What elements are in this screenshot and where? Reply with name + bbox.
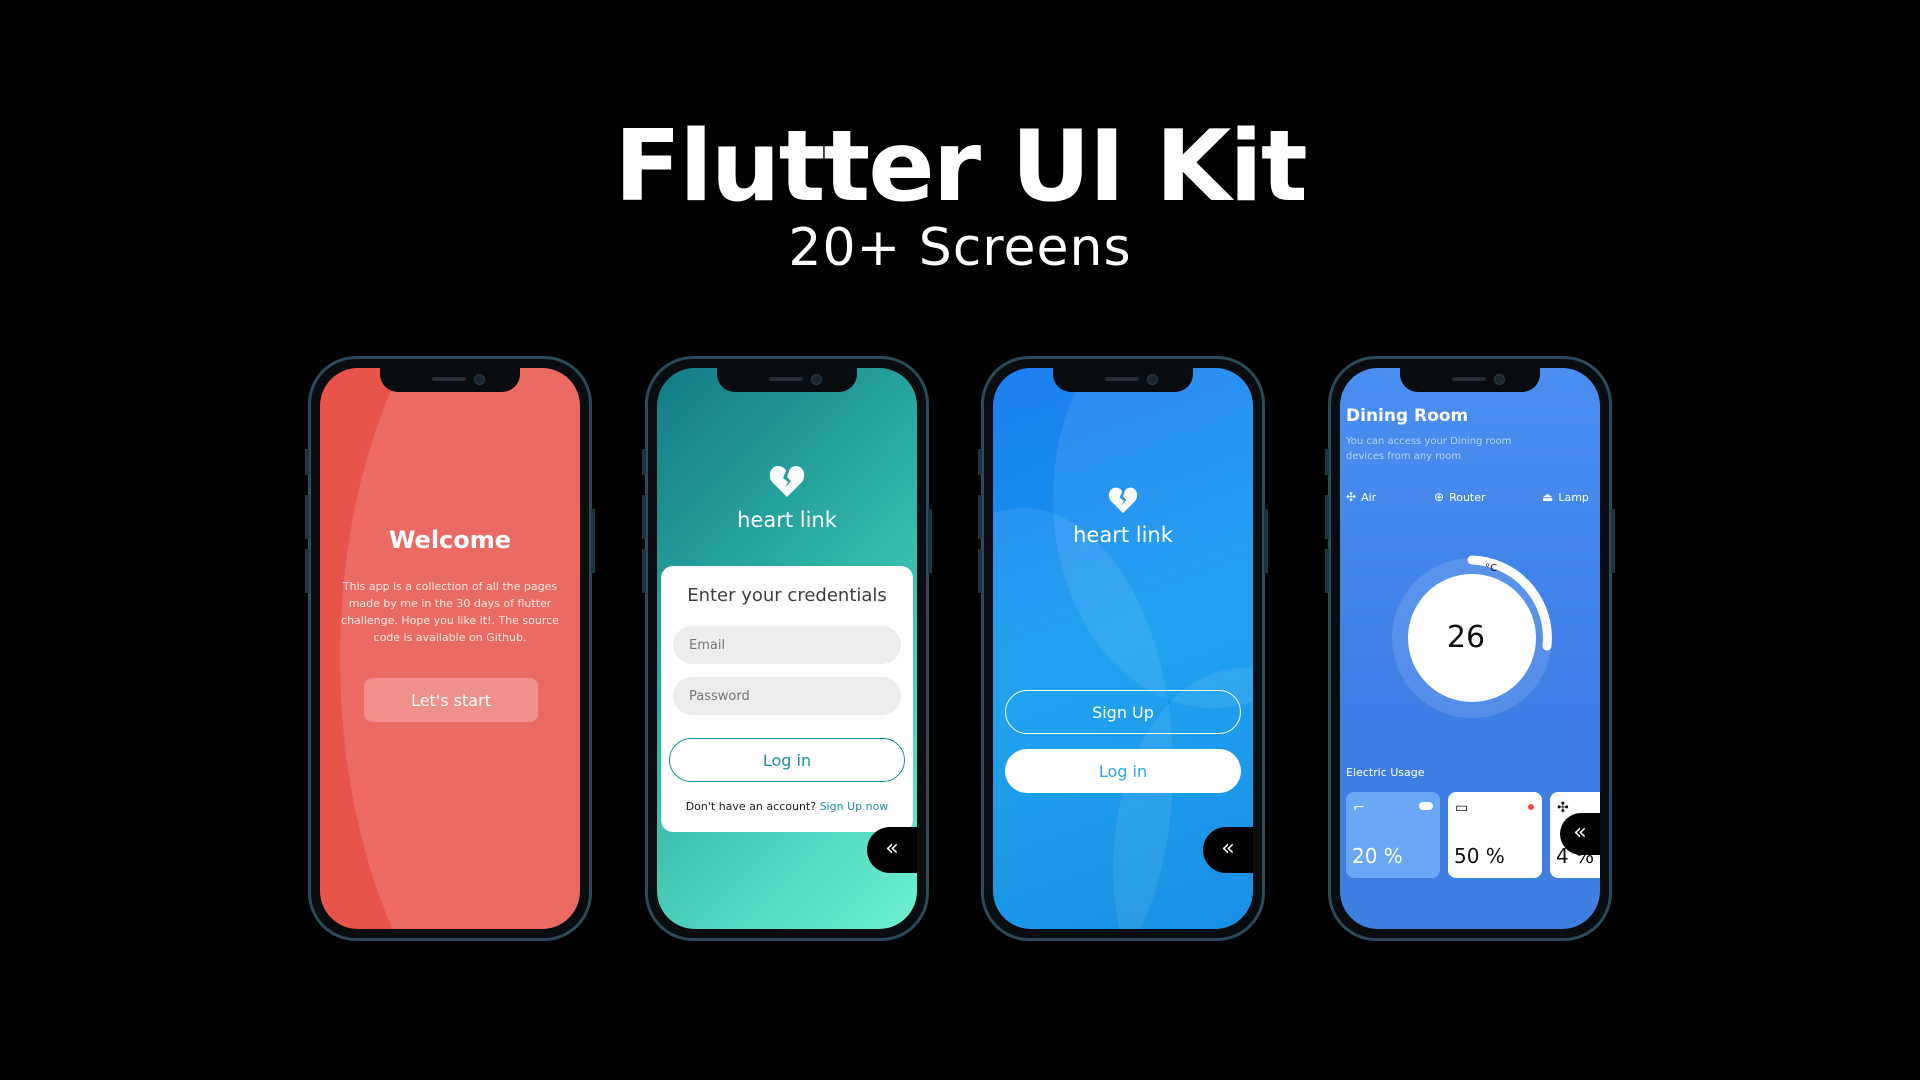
phone-smart-home: Dining Room You can access your Dining r…	[1325, 356, 1615, 941]
welcome-screen: Welcome This app is a collection of all …	[320, 368, 580, 929]
ac-icon: ✣	[1346, 490, 1357, 504]
notch	[1053, 368, 1193, 392]
device-label: Air	[1361, 490, 1377, 504]
ac-icon: ✣	[1557, 800, 1569, 816]
side-button	[642, 495, 646, 539]
signup-link[interactable]: Sign Up now	[820, 800, 889, 813]
toggle-icon[interactable]	[1419, 802, 1433, 810]
side-button	[978, 449, 982, 475]
usage-tile-lamp[interactable]: ⌐ 20 %	[1346, 792, 1440, 878]
side-button	[642, 449, 646, 475]
signup-prompt: Don't have an account? Sign Up now	[661, 800, 913, 813]
smart-home-screen: Dining Room You can access your Dining r…	[1340, 368, 1600, 929]
device-lamp[interactable]: ⏏ Lamp	[1542, 490, 1589, 504]
phone-welcome: Welcome This app is a collection of all …	[305, 356, 595, 941]
lets-start-button[interactable]: Let's start	[364, 678, 538, 722]
notch	[717, 368, 857, 392]
side-button	[305, 495, 309, 539]
temperature-display: 26 °C	[1408, 564, 1536, 702]
room-title: Dining Room	[1346, 406, 1469, 426]
collapse-icon[interactable]: «	[1560, 813, 1600, 855]
temperature-unit: °C	[1485, 563, 1498, 574]
side-button	[928, 509, 932, 573]
lamp-icon: ⌐	[1353, 800, 1365, 816]
side-button	[1611, 509, 1615, 573]
broken-heart-icon	[1108, 487, 1138, 514]
usage-value: 50 %	[1454, 844, 1505, 868]
password-field[interactable]	[673, 677, 901, 715]
background-sheen	[340, 368, 580, 929]
brand-name: heart link	[1073, 523, 1173, 547]
side-button	[642, 549, 646, 593]
router-icon: ⊕	[1434, 490, 1445, 504]
side-button	[1325, 495, 1329, 539]
login-button[interactable]: Log in	[669, 738, 905, 782]
room-description: You can access your Dining room devices …	[1346, 436, 1512, 462]
welcome-description: This app is a collection of all the page…	[341, 580, 559, 644]
device-router[interactable]: ⊕ Router	[1434, 490, 1486, 504]
signup-button[interactable]: Sign Up	[1005, 690, 1241, 734]
collapse-icon[interactable]: «	[867, 827, 917, 873]
phone-login: heart link Enter your credentials Log in…	[642, 356, 932, 941]
device-label: Router	[1449, 490, 1486, 504]
brand-name: heart link	[737, 508, 837, 532]
side-button	[305, 449, 309, 475]
auth-screen: heart link Sign Up Log in «	[993, 368, 1253, 929]
side-button	[978, 495, 982, 539]
electric-usage-label: Electric Usage	[1346, 766, 1425, 779]
notch	[380, 368, 520, 392]
login-button[interactable]: Log in	[1005, 749, 1241, 793]
temperature-value: 26	[1446, 620, 1486, 655]
router-icon: ▭	[1455, 800, 1469, 816]
status-dot	[1528, 804, 1534, 810]
collapse-icon[interactable]: «	[1203, 827, 1253, 873]
side-button	[591, 509, 595, 573]
credentials-card: Enter your credentials Log in Don't have…	[661, 566, 913, 832]
card-title: Enter your credentials	[687, 585, 887, 606]
usage-tile-router[interactable]: ▭ 50 %	[1448, 792, 1542, 878]
phone-auth: heart link Sign Up Log in «	[978, 356, 1268, 941]
device-air[interactable]: ✣ Air	[1346, 490, 1376, 504]
side-button	[305, 549, 309, 593]
page-subtitle: 20+ Screens	[788, 218, 1132, 278]
device-label: Lamp	[1558, 490, 1589, 504]
lamp-icon: ⏏	[1542, 490, 1554, 504]
side-button	[1325, 449, 1329, 475]
no-account-text: Don't have an account?	[685, 800, 817, 813]
side-button	[978, 549, 982, 593]
side-button	[1264, 509, 1268, 573]
side-button	[1325, 549, 1329, 593]
usage-value: 20 %	[1352, 844, 1403, 868]
welcome-title: Welcome	[388, 526, 512, 554]
login-screen: heart link Enter your credentials Log in…	[657, 368, 917, 929]
email-field[interactable]	[673, 626, 901, 664]
broken-heart-icon	[769, 466, 805, 497]
notch	[1400, 368, 1540, 392]
page-title: Flutter UI Kit	[614, 110, 1307, 224]
